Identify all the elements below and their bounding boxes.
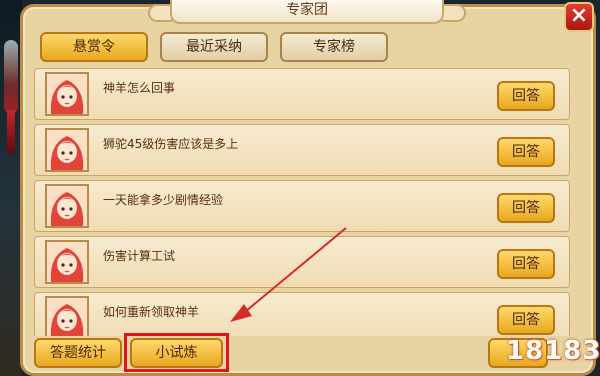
site-watermark: 18183 <box>506 336 600 366</box>
pointer-arrow <box>230 227 347 322</box>
